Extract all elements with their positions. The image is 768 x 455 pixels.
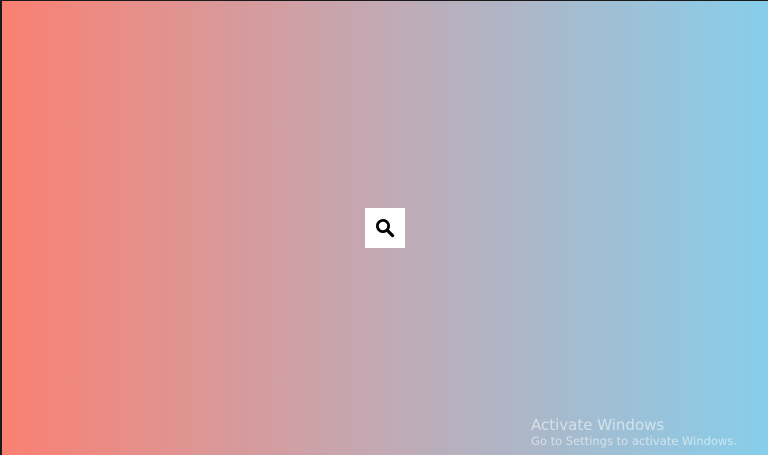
watermark-subtitle: Go to Settings to activate Windows.	[531, 434, 737, 449]
watermark-title: Activate Windows	[531, 416, 665, 434]
gradient-page: Activate Windows Go to Settings to activ…	[0, 0, 768, 455]
search-button[interactable]	[365, 208, 405, 248]
activate-windows-watermark: Activate Windows Go to Settings to activ…	[531, 416, 737, 449]
search-icon	[375, 218, 395, 238]
